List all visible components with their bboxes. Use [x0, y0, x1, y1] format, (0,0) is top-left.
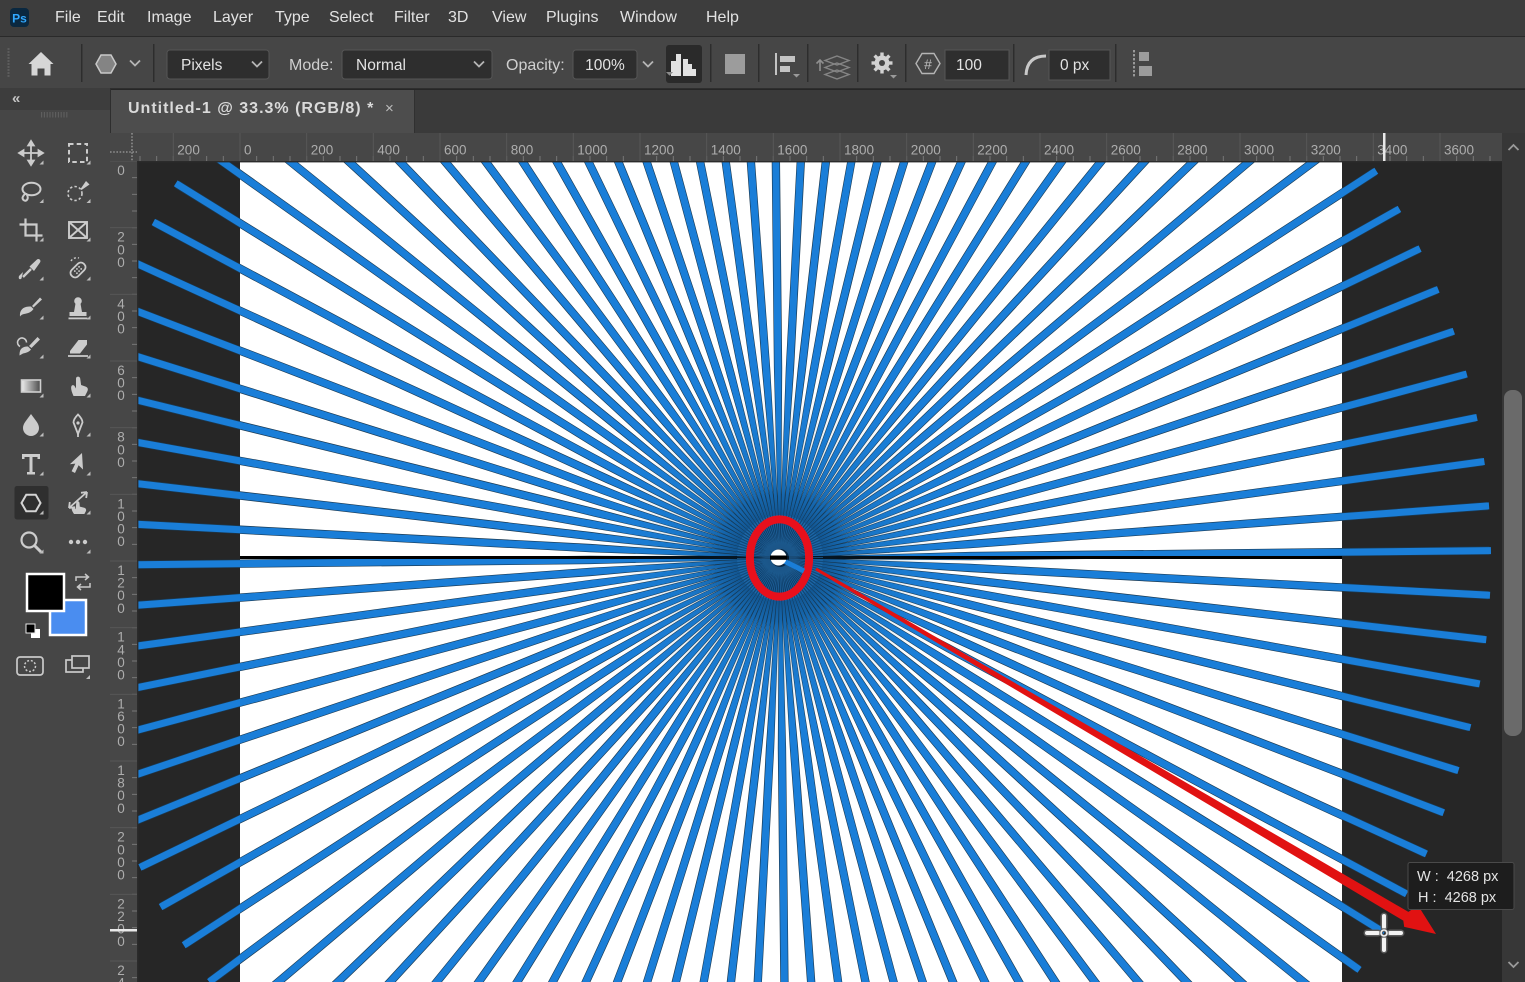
svg-text:2200: 2200: [977, 143, 1007, 158]
svg-text:2800: 2800: [1177, 143, 1207, 158]
svg-text:Mode:: Mode:: [289, 57, 333, 74]
svg-text:Normal: Normal: [356, 57, 406, 74]
svg-text:1600: 1600: [777, 143, 807, 158]
svg-text:0: 0: [117, 255, 125, 270]
svg-text:200: 200: [177, 143, 200, 158]
svg-text:3600: 3600: [1444, 143, 1474, 158]
svg-text:1000: 1000: [577, 143, 607, 158]
svg-text:0: 0: [117, 455, 125, 470]
svg-text:3400: 3400: [1377, 143, 1407, 158]
svg-text:400: 400: [377, 143, 400, 158]
svg-text:H : 4268 px: H : 4268 px: [1418, 890, 1497, 906]
svg-text:0: 0: [117, 163, 125, 178]
svg-text:Opacity:: Opacity:: [506, 57, 565, 74]
svg-text:W : 4268 px: W : 4268 px: [1417, 869, 1499, 885]
svg-text:0: 0: [117, 668, 125, 683]
svg-text:4: 4: [117, 976, 125, 982]
svg-text:0: 0: [117, 601, 125, 616]
svg-text:Ps: Ps: [12, 12, 27, 26]
svg-text:0: 0: [117, 734, 125, 749]
svg-text:0 px: 0 px: [1060, 57, 1090, 74]
svg-text:2400: 2400: [1044, 143, 1074, 158]
svg-text:1400: 1400: [711, 143, 741, 158]
svg-text:600: 600: [444, 143, 467, 158]
svg-text:0: 0: [117, 934, 125, 949]
svg-text:0: 0: [117, 534, 125, 549]
svg-text:200: 200: [311, 143, 334, 158]
svg-text:3000: 3000: [1244, 143, 1274, 158]
svg-text:2000: 2000: [911, 143, 941, 158]
svg-text:100: 100: [956, 57, 982, 74]
svg-text:3200: 3200: [1311, 143, 1341, 158]
svg-text:1200: 1200: [644, 143, 674, 158]
svg-text:Pixels: Pixels: [181, 57, 223, 74]
svg-text:#: #: [924, 56, 932, 72]
svg-text:0: 0: [117, 322, 125, 337]
svg-text:0: 0: [117, 868, 125, 883]
svg-text:0: 0: [244, 143, 252, 158]
svg-text:0: 0: [117, 801, 125, 816]
svg-text:0: 0: [117, 388, 125, 403]
svg-text:100%: 100%: [585, 57, 625, 74]
svg-text:800: 800: [511, 143, 534, 158]
svg-text:1800: 1800: [844, 143, 874, 158]
svg-text:2600: 2600: [1111, 143, 1141, 158]
